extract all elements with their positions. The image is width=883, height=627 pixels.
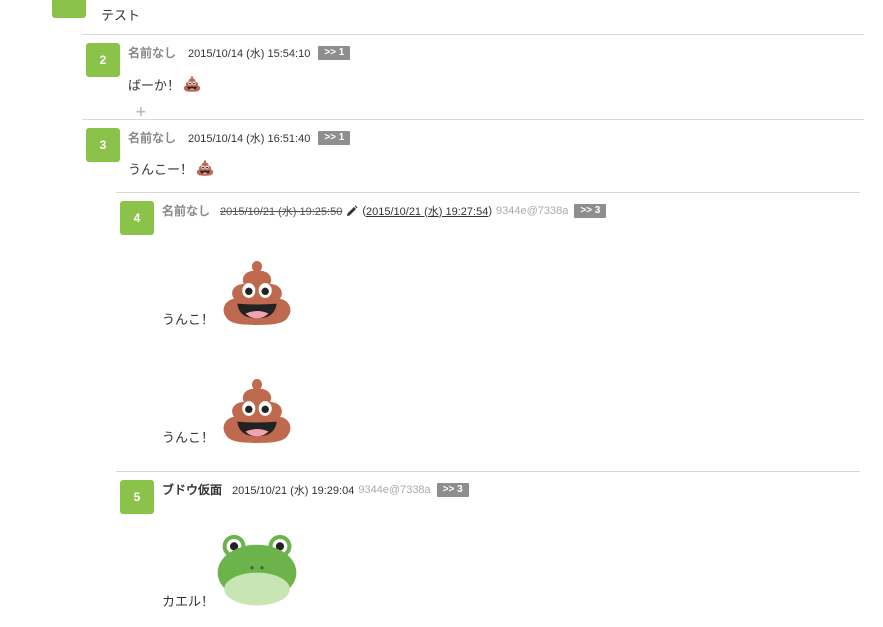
reply-anchor-link[interactable]: >> 1 xyxy=(318,45,351,60)
post-author-name: 名前なし xyxy=(128,131,177,145)
pencil-icon xyxy=(347,205,358,216)
divider xyxy=(116,471,860,472)
post-timestamp: 2015/10/14 (水) 16:51:40 xyxy=(188,132,311,145)
post-3-number-badge[interactable]: 3 xyxy=(86,128,120,162)
divider xyxy=(82,34,864,35)
post-original-timestamp: 2015/10/21 (水) 19:25:50 xyxy=(220,205,343,218)
post-2-number-badge[interactable]: 2 xyxy=(86,43,120,77)
post-id-hash: 9344e@7338a xyxy=(495,204,569,217)
post-1-text: テスト xyxy=(101,9,141,24)
pile-of-poo-icon xyxy=(183,76,201,92)
divider xyxy=(116,192,860,193)
post-id-hash: 9344e@7338a xyxy=(358,483,431,496)
post-text: ばーか！ xyxy=(128,78,181,94)
post-4-body-line-2: うんこ！ xyxy=(162,370,298,452)
post-edited-timestamp[interactable]: 2015/10/21 (水) 19:27:54 xyxy=(366,203,488,219)
post-4-number-badge[interactable]: 4 xyxy=(120,201,154,235)
pile-of-poo-icon xyxy=(196,160,214,176)
pile-of-poo-icon xyxy=(223,379,291,443)
reply-anchor-link[interactable]: >> 3 xyxy=(436,482,469,497)
post-text: うんこー！ xyxy=(128,162,194,178)
post-5-body: カエル！ xyxy=(162,530,298,612)
post-text: うんこ！ xyxy=(162,312,215,328)
post-2-body: ばーか！ xyxy=(128,74,202,94)
plus-icon[interactable]: + xyxy=(135,104,147,120)
post-4-body-line-1: うんこ！ xyxy=(162,252,298,334)
post-author-name: ブドウ仮面 xyxy=(162,483,223,497)
post-text: カエル！ xyxy=(162,594,215,610)
post-author-name: 名前なし xyxy=(162,204,211,218)
post-text: うんこ！ xyxy=(162,430,215,446)
frog-face-icon xyxy=(217,534,297,606)
post-timestamp: 2015/10/14 (水) 15:54:10 xyxy=(188,47,311,60)
post-author-name: 名前なし xyxy=(128,46,177,60)
post-5-meta: ブドウ仮面 2015/10/21 (水) 19:29:04 9344e@7338… xyxy=(162,481,469,498)
post-3-meta: 名前なし 2015/10/14 (水) 16:51:40 >> 1 xyxy=(128,129,351,146)
post-1-number-badge xyxy=(52,0,86,18)
reply-anchor-link[interactable]: >> 3 xyxy=(574,203,607,218)
pile-of-poo-icon xyxy=(223,261,291,325)
reply-anchor-link[interactable]: >> 1 xyxy=(318,130,351,145)
post-3-body: うんこー！ xyxy=(128,158,215,178)
post-2-meta: 名前なし 2015/10/14 (水) 15:54:10 >> 1 xyxy=(128,44,351,61)
post-5-number-badge[interactable]: 5 xyxy=(120,480,154,514)
divider xyxy=(82,119,864,120)
post-timestamp: 2015/10/21 (水) 19:29:04 xyxy=(232,484,355,497)
post-4-meta: 名前なし 2015/10/21 (水) 19:25:50 ( 2015/10/2… xyxy=(162,202,607,219)
post-edit-close-paren: ) xyxy=(488,204,492,217)
